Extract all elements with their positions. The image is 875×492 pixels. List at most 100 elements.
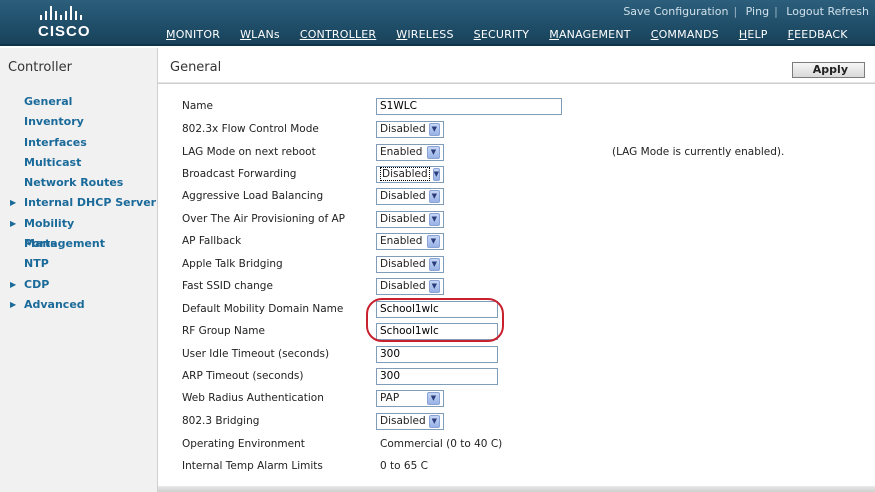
sidebar-item-advanced[interactable]: ▶ Advanced	[0, 295, 157, 315]
sidebar-item-label: Inventory	[24, 115, 84, 129]
nav-monitor[interactable]: MONITOR	[166, 28, 220, 41]
select-value: Enabled	[380, 235, 423, 247]
refresh-link[interactable]: Refresh	[827, 5, 869, 18]
nav-wlans[interactable]: WLANs	[240, 28, 280, 41]
row-lag-mode: LAG Mode on next reboot Enabled ▼ (LAG Mo…	[182, 142, 862, 162]
sidebar-menu: General Inventory Interfaces Multicast N…	[0, 92, 157, 315]
apple-talk-select[interactable]: Disabled ▼	[376, 255, 444, 273]
sidebar-item-label: Network Routes	[24, 176, 124, 190]
select-value: Disabled	[380, 190, 426, 202]
fast-ssid-select[interactable]: Disabled ▼	[376, 277, 444, 295]
sidebar-item-ntp[interactable]: NTP	[0, 254, 157, 274]
flow-control-label: 802.3x Flow Control Mode	[182, 123, 319, 135]
sidebar-item-mobility-management[interactable]: ▶ Mobility Management	[0, 214, 157, 250]
web-radius-select[interactable]: PAP ▼	[376, 389, 444, 407]
row-operating-env: Operating Environment Commercial (0 to 4…	[182, 434, 862, 454]
bridging-8023-label: 802.3 Bridging	[182, 415, 260, 427]
sidebar-item-network-routes[interactable]: Network Routes	[0, 173, 157, 193]
sidebar-item-internal-dhcp-server[interactable]: ▶ Internal DHCP Server	[0, 193, 157, 213]
apple-talk-label: Apple Talk Bridging	[182, 258, 283, 270]
chevron-down-icon: ▼	[428, 414, 440, 428]
sidebar-item-label: General	[24, 95, 73, 108]
lag-mode-label: LAG Mode on next reboot	[182, 146, 316, 158]
name-input[interactable]	[376, 97, 562, 115]
sidebar-item-label: Advanced	[24, 297, 85, 311]
expand-arrow-icon: ▶	[10, 299, 17, 309]
logout-link[interactable]: Logout	[786, 5, 824, 18]
chevron-down-icon: ▼	[427, 234, 440, 248]
page-title: General	[170, 60, 222, 75]
save-configuration-link[interactable]: Save Configuration	[623, 5, 728, 18]
row-aggressive-lb: Aggressive Load Balancing Disabled ▼	[182, 186, 862, 206]
ota-provisioning-select[interactable]: Disabled ▼	[376, 210, 444, 228]
select-value: Disabled	[380, 167, 430, 181]
sidebar-item-label: Internal DHCP Server	[24, 196, 157, 210]
row-broadcast-forwarding: Broadcast Forwarding Disabled ▼	[182, 164, 862, 184]
operating-env-value: Commercial (0 to 40 C)	[380, 438, 503, 450]
web-radius-label: Web Radius Authentication	[182, 392, 324, 404]
row-name: Name	[182, 96, 862, 116]
broadcast-forwarding-select[interactable]: Disabled ▼	[376, 165, 444, 183]
aggressive-lb-select[interactable]: Disabled ▼	[376, 187, 444, 205]
lag-mode-select[interactable]: Enabled ▼	[376, 143, 444, 161]
apply-button[interactable]: Apply	[792, 62, 865, 78]
row-rf-group: RF Group Name	[182, 321, 862, 341]
sidebar-item-interfaces[interactable]: Interfaces	[0, 133, 157, 153]
idle-timeout-input[interactable]	[376, 345, 498, 363]
ap-fallback-select[interactable]: Enabled ▼	[376, 232, 444, 250]
operating-env-label: Operating Environment	[182, 438, 305, 450]
mobility-domain-input[interactable]	[376, 300, 498, 318]
temp-alarm-label: Internal Temp Alarm Limits	[182, 460, 323, 472]
row-arp-timeout: ARP Timeout (seconds)	[182, 366, 862, 386]
sidebar-item-inventory[interactable]: Inventory	[0, 112, 157, 132]
footer-divider	[158, 486, 875, 492]
nav-help[interactable]: HELP	[739, 28, 768, 41]
sidebar-item-cdp[interactable]: ▶ CDP	[0, 275, 157, 295]
select-value: Disabled	[380, 258, 426, 270]
arp-timeout-label: ARP Timeout (seconds)	[182, 370, 304, 382]
cisco-logo: CISCO	[38, 6, 118, 42]
arp-timeout-input[interactable]	[376, 367, 498, 385]
sidebar-item-label: Interfaces	[24, 135, 87, 149]
select-value: Disabled	[380, 280, 426, 292]
rf-group-label: RF Group Name	[182, 325, 265, 337]
main-content: General Apply Name 802.3x Flow Control M…	[158, 48, 875, 492]
nav-commands[interactable]: COMMANDS	[651, 28, 719, 41]
temp-alarm-value: 0 to 65 C	[380, 460, 428, 472]
chevron-down-icon: ▼	[427, 391, 440, 405]
sidebar-item-label: Ports	[24, 237, 57, 251]
select-value: Disabled	[380, 123, 426, 135]
flow-control-select[interactable]: Disabled ▼	[376, 120, 444, 138]
sidebar-item-ports[interactable]: Ports	[0, 234, 157, 254]
name-label: Name	[182, 100, 213, 112]
select-value: Disabled	[380, 213, 426, 225]
nav-feedback[interactable]: FEEDBACK	[788, 28, 848, 41]
nav-controller[interactable]: CONTROLLER	[300, 28, 376, 41]
sidebar-item-label: NTP	[24, 257, 49, 271]
expand-arrow-icon: ▶	[10, 279, 17, 289]
row-ap-fallback: AP Fallback Enabled ▼	[182, 231, 862, 251]
rf-group-input[interactable]	[376, 322, 498, 340]
nav-wireless[interactable]: WIRELESS	[396, 28, 453, 41]
sidebar: Controller General Inventory Interfaces …	[0, 48, 158, 492]
mobility-domain-label: Default Mobility Domain Name	[182, 303, 344, 315]
chevron-down-icon: ▼	[432, 167, 441, 181]
idle-timeout-label: User Idle Timeout (seconds)	[182, 348, 330, 360]
chevron-down-icon: ▼	[428, 212, 440, 226]
main-nav: MONITOR WLANs CONTROLLER WIRELESS SECURI…	[166, 28, 868, 41]
select-value: Enabled	[380, 146, 423, 158]
sidebar-item-multicast[interactable]: Multicast	[0, 153, 157, 173]
select-value: PAP	[380, 392, 400, 404]
utility-links: Save Configuration | Ping | Logout Refresh	[623, 5, 869, 18]
title-divider	[158, 82, 875, 84]
bridging-8023-select[interactable]: Disabled ▼	[376, 412, 444, 430]
sidebar-item-label: Multicast	[24, 155, 82, 169]
cisco-bars-icon	[40, 6, 118, 20]
nav-management[interactable]: MANAGEMENT	[549, 28, 630, 41]
sidebar-item-general[interactable]: General	[0, 92, 157, 112]
ap-fallback-label: AP Fallback	[182, 235, 242, 247]
row-fast-ssid: Fast SSID change Disabled ▼	[182, 276, 862, 296]
chevron-down-icon: ▼	[428, 257, 440, 271]
ping-link[interactable]: Ping	[746, 5, 769, 18]
nav-security[interactable]: SECURITY	[474, 28, 530, 41]
